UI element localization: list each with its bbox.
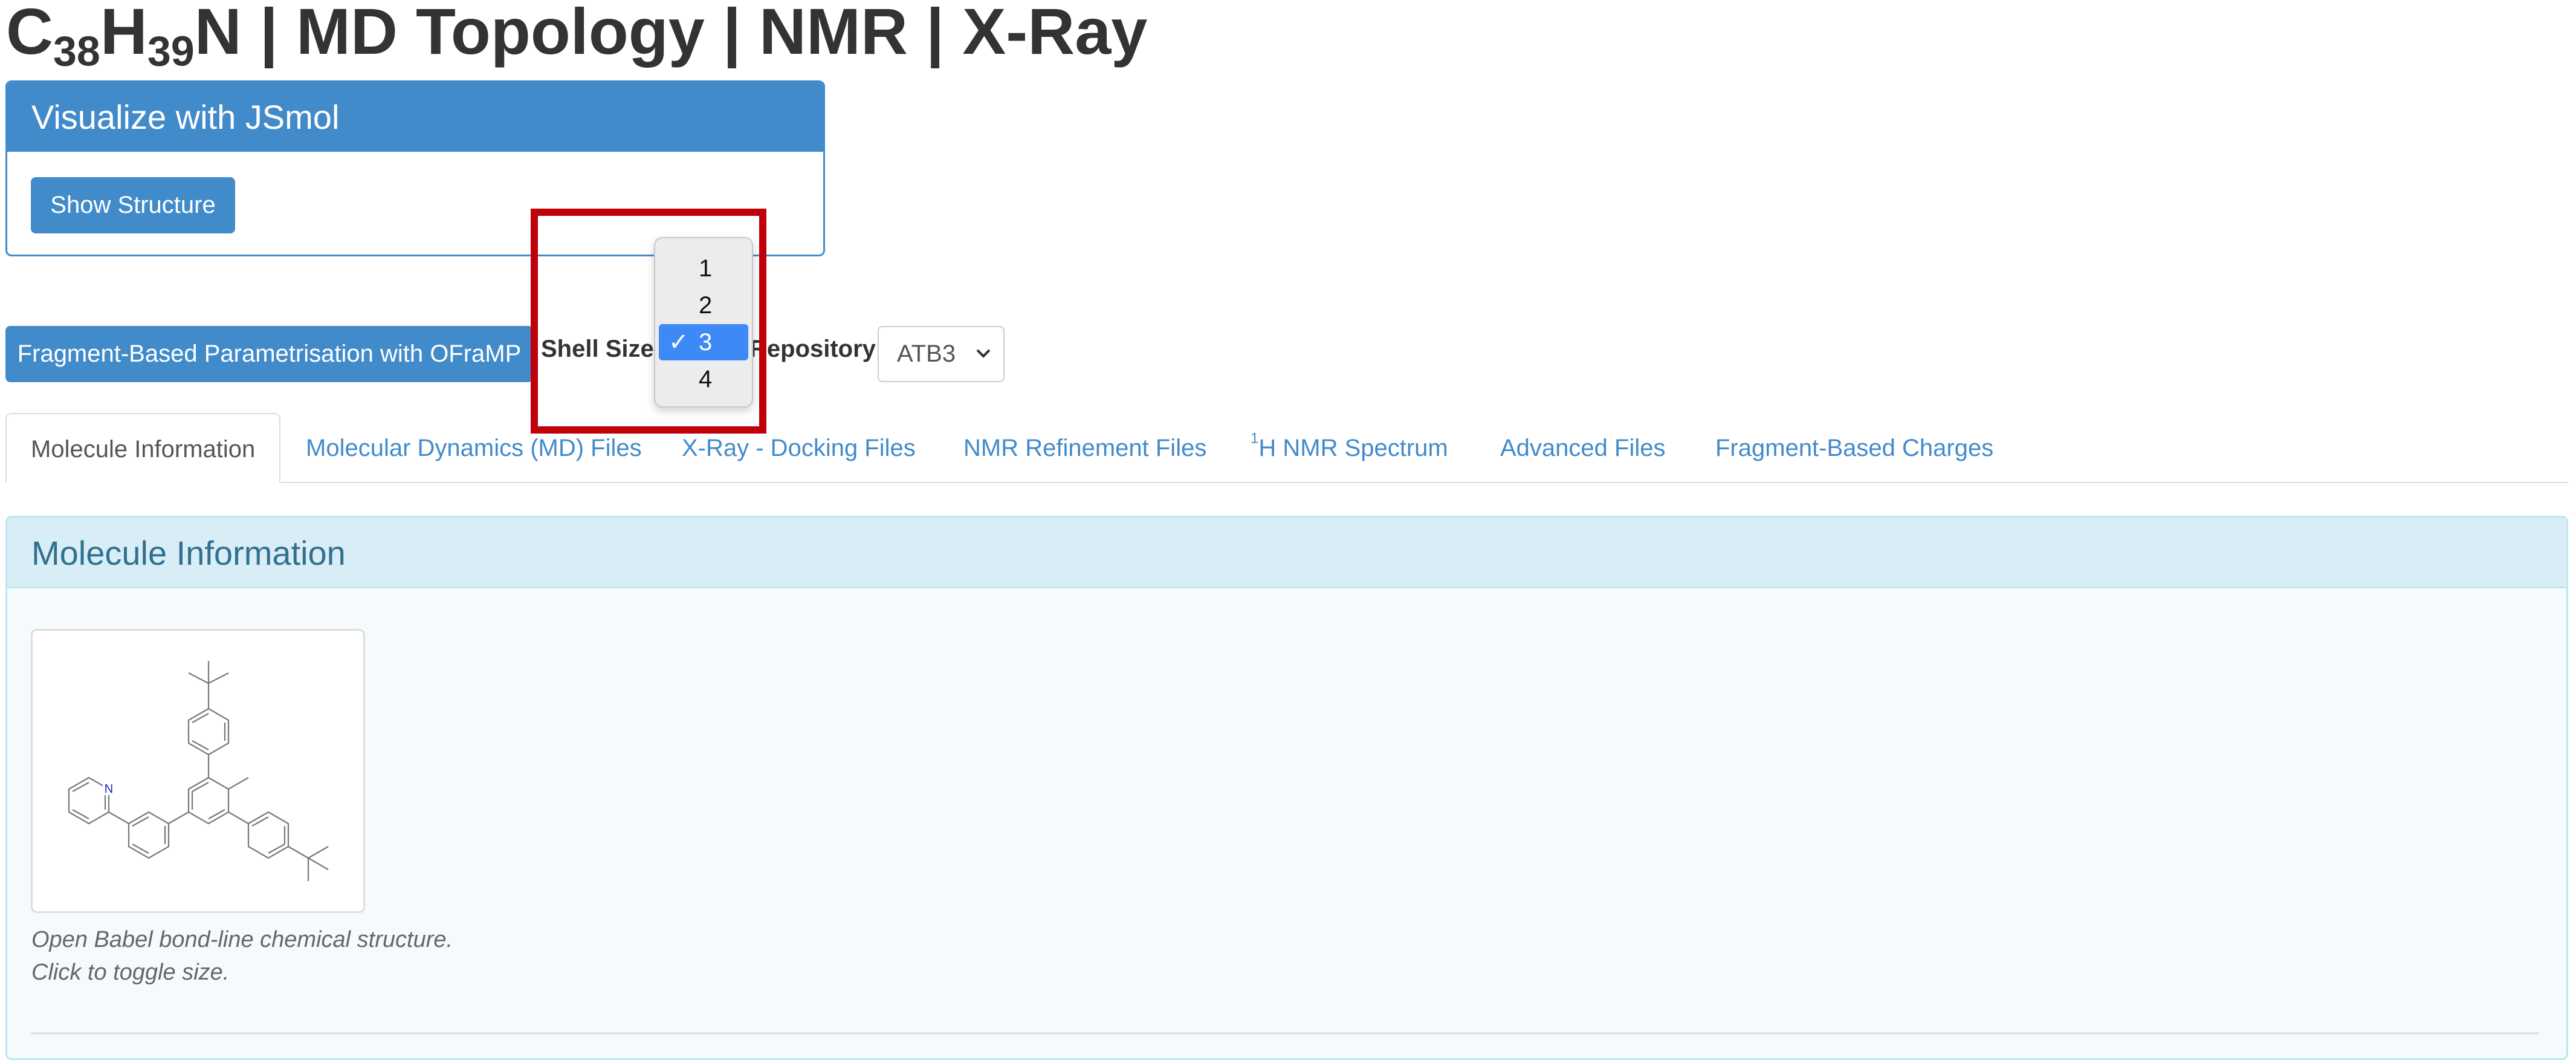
molecule-information-panel: Molecule Information: [5, 516, 2568, 1060]
tab-nmr-refinement-files[interactable]: NMR Refinement Files: [963, 413, 1206, 483]
page-title: C38H39N | MD Topology | NMR | X-Ray: [6, 0, 1148, 75]
highlight-box: [531, 209, 766, 434]
jsmol-panel-heading: Visualize with JSmol: [7, 82, 823, 152]
repository-select[interactable]: ATB3: [878, 326, 1005, 382]
tab-bar: Molecule Information Molecular Dynamics …: [5, 413, 2568, 483]
oframp-parametrisation-button[interactable]: Fragment-Based Parametrisation with OFra…: [5, 326, 533, 382]
tab-fragment-based-charges[interactable]: Fragment-Based Charges: [1715, 413, 1993, 483]
tab-md-files[interactable]: Molecular Dynamics (MD) Files: [306, 413, 642, 483]
structure-thumbnail[interactable]: N: [31, 629, 365, 913]
chevron-down-icon: [976, 349, 991, 358]
nitrogen-atom-label: N: [105, 782, 113, 796]
molecule-structure-image: N: [68, 661, 329, 881]
show-structure-button[interactable]: Show Structure: [31, 177, 235, 233]
repository-label: Repository: [749, 336, 876, 362]
tab-xray-docking-files[interactable]: X-Ray - Docking Files: [682, 413, 916, 483]
structure-caption: Open Babel bond-line chemical structure.: [31, 927, 453, 952]
repository-select-value: ATB3: [897, 340, 956, 367]
tab-1h-nmr-spectrum[interactable]: 1H NMR Spectrum: [1251, 413, 1448, 483]
structure-caption-hint: Click to toggle size.: [31, 960, 230, 985]
tab-advanced-files[interactable]: Advanced Files: [1500, 413, 1665, 483]
molecule-information-heading: Molecule Information: [7, 518, 2566, 588]
divider: [31, 1032, 2539, 1035]
tab-molecule-information[interactable]: Molecule Information: [5, 413, 281, 483]
